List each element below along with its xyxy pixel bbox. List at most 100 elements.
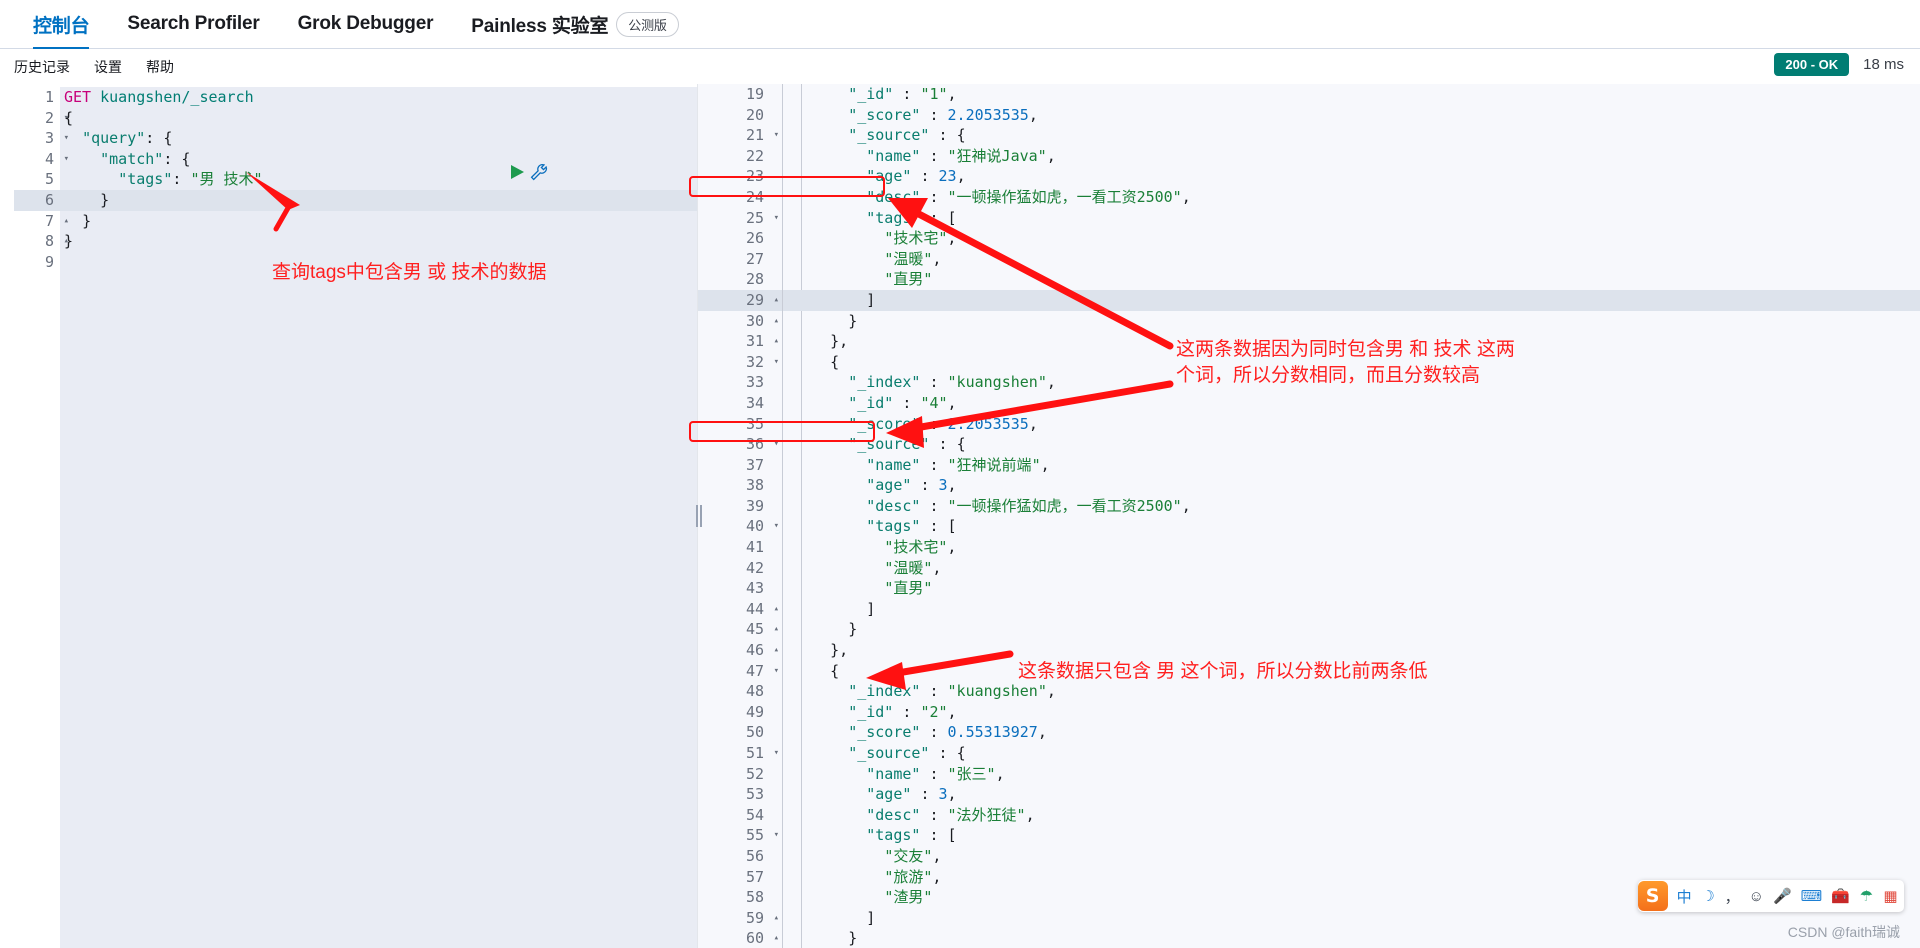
beta-badge: 公测版 — [616, 11, 679, 37]
request-editor[interactable]: 1 2▾ 3▾4▾ 56▴7▴ 8▴9 GET kuangshen/_search { "… — [14, 87, 697, 948]
line-number: 5 — [44, 170, 54, 189]
line-number: 51 ▾ — [745, 744, 779, 762]
menu-help[interactable]: 帮助 — [146, 57, 174, 77]
response-line-numbers: 19 20 21 ▾ 22 23 24 25 ▾ 26 27 28 29 ▴ 30 ▴ 31 ▴ 32 ▾ 33 34 35… — [710, 84, 779, 948]
line-number: 7 ▴ — [44, 211, 69, 230]
code-line: }, — [830, 641, 849, 660]
code-line: "直男" — [884, 579, 933, 598]
tab-search-profiler[interactable]: Search Profiler — [108, 0, 278, 49]
code-line: "name" : "张三", — [866, 764, 1005, 783]
code-line: "_index" : "kuangshen", — [848, 373, 1056, 392]
fold-toggle-icon[interactable]: ▴ — [774, 599, 779, 620]
fold-toggle-icon[interactable]: ▾ — [774, 743, 779, 764]
code-line: "_source" : { — [848, 435, 966, 454]
response-viewer[interactable]: 19 20 21 ▾ 22 23 24 25 ▾ 26 27 28 29 ▴ 30 ▴ 31 ▴ 32 ▾ 33 34 35… — [698, 84, 1920, 948]
keyboard-icon[interactable]: ⌨ — [1801, 887, 1823, 905]
line-number: 40 ▾ — [745, 517, 779, 536]
fold-toggle-icon[interactable]: ▴ — [774, 619, 779, 640]
fold-toggle-icon[interactable]: ▾ — [774, 661, 779, 682]
code-line: "_source" : { — [848, 126, 966, 145]
code-line: "交友", — [884, 846, 942, 865]
line-number: 44 ▴ — [745, 599, 779, 618]
comma-period-icon[interactable]: ， — [1725, 886, 1740, 907]
splitter-grip-icon — [695, 505, 703, 527]
line-number: 38 — [745, 476, 764, 495]
fold-toggle-icon[interactable]: ▾ — [774, 352, 779, 373]
fold-toggle-icon[interactable]: ▴ — [774, 908, 779, 929]
code-line: { — [830, 352, 840, 371]
code-line: "_id" : "1", — [848, 85, 957, 103]
code-line: "tags" : [ — [866, 517, 957, 536]
line-number: 37 — [745, 455, 764, 474]
line-number: 2 ▾ — [44, 108, 69, 127]
line-number: 21 ▾ — [745, 126, 779, 145]
pane-splitter-handle[interactable] — [692, 84, 706, 948]
fold-toggle-icon[interactable]: ▾ — [774, 125, 779, 146]
line-number: 50 — [745, 723, 764, 742]
tab-painless-lab[interactable]: Painless 实验室 公测版 — [452, 0, 697, 49]
fold-toggle-icon[interactable]: ▴ — [774, 331, 779, 352]
sogou-logo-icon[interactable]: S — [1637, 881, 1668, 911]
line-number: 1 — [44, 88, 54, 106]
fold-toggle-icon[interactable]: ▴ — [774, 928, 779, 948]
line-number: 31 ▴ — [745, 332, 779, 351]
response-code-area[interactable]: "_id" : "1", "_score" : 2.2053535, "_sou… — [794, 84, 1920, 948]
line-number: 56 — [745, 846, 764, 865]
line-number: 35 — [745, 414, 764, 433]
smiley-icon[interactable]: ☺ — [1749, 888, 1764, 905]
umbrella-icon[interactable]: ☂ — [1859, 887, 1874, 905]
fold-toggle-icon[interactable]: ▾ — [774, 434, 779, 455]
line-number: 24 — [745, 187, 764, 206]
line-number: 46 ▴ — [745, 641, 779, 660]
code-line: GET kuangshen/_search — [64, 88, 254, 106]
line-number: 23 — [745, 167, 764, 186]
request-editor-pane[interactable]: 1 2▾ 3▾4▾ 56▴7▴ 8▴9 GET kuangshen/_search { "… — [0, 84, 698, 948]
fold-toggle-icon[interactable]: ▴ — [774, 290, 779, 311]
chinese-mode-icon[interactable]: 中 — [1677, 886, 1692, 907]
tab-grok-debugger[interactable]: Grok Debugger — [279, 0, 453, 49]
code-line: "age" : 3, — [866, 785, 957, 804]
line-number: 4 ▾ — [44, 149, 69, 168]
line-number: 9 — [44, 252, 54, 271]
code-line: } — [82, 211, 92, 230]
microphone-icon[interactable]: 🎤 — [1773, 887, 1792, 905]
menu-history[interactable]: 历史记录 — [14, 57, 70, 77]
line-number: 19 — [745, 85, 764, 103]
code-line: "query": { — [82, 129, 173, 148]
fold-toggle-icon[interactable]: ▾ — [774, 825, 779, 846]
line-number: 33 — [745, 373, 764, 392]
fold-toggle-icon[interactable]: ▴ — [774, 311, 779, 332]
line-number: 20 — [745, 105, 764, 124]
elapsed-time: 18 ms — [1863, 56, 1904, 73]
line-number: 52 — [745, 764, 764, 783]
tab-grok-debugger-label: Grok Debugger — [297, 13, 434, 34]
moon-icon[interactable]: ☽ — [1701, 887, 1716, 905]
code-line: "_score" : 2.2053535, — [848, 414, 1038, 433]
wrench-icon[interactable] — [529, 162, 549, 182]
code-line: "_score" : 0.55313927, — [848, 723, 1047, 742]
code-line: "技术宅", — [884, 538, 957, 557]
tab-console[interactable]: 控制台 — [14, 0, 108, 49]
grid-apps-icon[interactable]: ▦ — [1883, 887, 1898, 905]
fold-toggle-icon[interactable]: ▾ — [774, 516, 779, 537]
fold-toggle-icon[interactable]: ▾ — [774, 208, 779, 229]
line-number: 60 ▴ — [745, 929, 779, 948]
line-number: 45 ▴ — [745, 620, 779, 639]
request-code-area[interactable]: GET kuangshen/_search { "query": { "match… — [64, 87, 697, 948]
line-number: 28 — [745, 270, 764, 289]
line-number: 3 ▾ — [44, 129, 69, 148]
code-line: ] — [866, 599, 876, 618]
code-line: "desc" : "一顿操作猛如虎，一看工资2500", — [866, 496, 1191, 515]
menu-settings[interactable]: 设置 — [94, 57, 122, 77]
sogou-ime-toolbar[interactable]: S 中 ☽ ， ☺ 🎤 ⌨ 🧰 ☂ ▦ — [1637, 880, 1904, 912]
code-line: "温暖", — [884, 249, 942, 268]
play-triangle-icon[interactable] — [508, 162, 526, 182]
line-number: 54 — [745, 805, 764, 824]
code-line: "age" : 3, — [866, 476, 957, 495]
toolbox-icon[interactable]: 🧰 — [1831, 887, 1850, 905]
line-number: 34 — [745, 393, 764, 412]
code-line: }, — [830, 332, 849, 351]
fold-toggle-icon[interactable]: ▴ — [774, 640, 779, 661]
response-viewer-pane[interactable]: 19 20 21 ▾ 22 23 24 25 ▾ 26 27 28 29 ▴ 30 ▴ 31 ▴ 32 ▾ 33 34 35… — [698, 84, 1920, 948]
code-line: } — [848, 311, 858, 330]
